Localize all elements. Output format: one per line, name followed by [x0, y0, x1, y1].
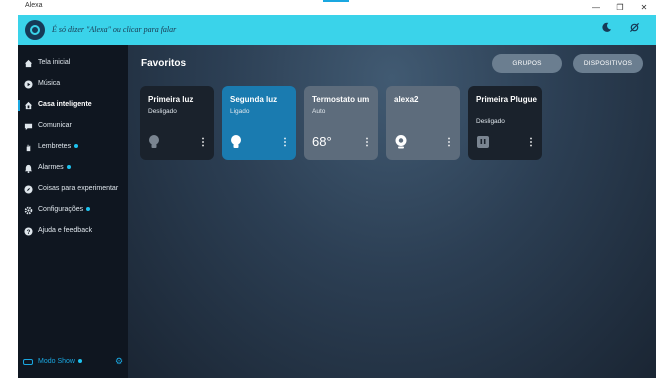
sidebar: Tela inicial Música Casa inteligente Com… [18, 45, 128, 378]
temperature-value: 68° [312, 134, 332, 149]
sidebar-item-alarmes[interactable]: Alarmes [18, 160, 128, 178]
camera-icon [394, 134, 408, 150]
titlebar-accent-strip [323, 0, 349, 2]
grupos-button[interactable]: GRUPOS [492, 54, 562, 73]
section-title-favoritos: Favoritos [141, 58, 187, 69]
close-button[interactable]: ✕ [634, 0, 654, 15]
device-name: Termostato um [312, 95, 370, 104]
notification-dot [77, 359, 82, 364]
device-card-alexa2[interactable]: alexa2 ⋮ [386, 86, 460, 160]
mic-off-icon[interactable] [626, 22, 642, 38]
main-content: Favoritos GRUPOS DISPOSITIVOS Primeira l… [128, 45, 656, 378]
moon-icon[interactable] [598, 22, 614, 38]
gear-icon [24, 206, 33, 215]
sidebar-item-label: Comunicar [38, 122, 72, 129]
sidebar-item-lembretes[interactable]: Lembretes [18, 139, 128, 157]
sidebar-item-tela-inicial[interactable]: Tela inicial [18, 55, 128, 73]
sidebar-item-label: Casa inteligente [38, 101, 92, 108]
sidebar-item-label: Ajuda e feedback [38, 227, 93, 234]
minimize-button[interactable]: — [586, 0, 606, 15]
notification-dot [66, 165, 71, 170]
notification-dot [74, 144, 79, 149]
bell-icon [24, 164, 33, 173]
more-options-icon[interactable]: ⋮ [198, 136, 208, 150]
device-status: Desligado [476, 118, 505, 125]
device-card-primeira-luz[interactable]: Primeira luz Desligado ⋮ [140, 86, 214, 160]
sidebar-item-label: Tela inicial [38, 59, 71, 66]
device-name: Primeira Plugue [476, 95, 537, 104]
more-options-icon[interactable]: ⋮ [444, 136, 454, 150]
chat-icon [24, 122, 33, 131]
plug-icon [476, 134, 490, 150]
sidebar-item-label-wrap: Alarmes [38, 164, 71, 171]
sidebar-item-label: Lembretes [38, 143, 72, 150]
bulb-icon [148, 134, 162, 150]
sidebar-item-comunicar[interactable]: Comunicar [18, 118, 128, 136]
sidebar-item-label: Música [38, 80, 61, 87]
svg-text:?: ? [27, 229, 31, 236]
sidebar-item-label: Configurações [38, 206, 84, 213]
settings-gear-icon[interactable]: ⚙ [115, 356, 123, 367]
sidebar-item-label-wrap: Lembretes [38, 143, 79, 150]
device-name: Primeira luz [148, 95, 194, 104]
show-device-icon [23, 359, 33, 365]
sidebar-item-label: Alarmes [38, 164, 64, 171]
sidebar-item-musica[interactable]: Música [18, 76, 128, 94]
device-status: Desligado [148, 108, 177, 115]
play-icon [24, 80, 33, 89]
alexa-logo-icon[interactable] [25, 20, 45, 40]
help-icon: ? [24, 227, 33, 236]
more-options-icon[interactable]: ⋮ [280, 136, 290, 150]
bulb-icon [230, 134, 244, 150]
sidebar-item-label-wrap: Configurações [38, 206, 91, 213]
sidebar-item-ajuda-e-feedback[interactable]: ? Ajuda e feedback [18, 223, 128, 241]
home-icon [24, 59, 33, 68]
hand-icon [24, 143, 33, 152]
device-card-termostato-um[interactable]: Termostato um Auto 68° ⋮ [304, 86, 378, 160]
device-card-segunda-luz[interactable]: Segunda luz Ligado ⋮ [222, 86, 296, 160]
compass-icon [24, 185, 33, 194]
modo-show-label: Modo Show [38, 358, 75, 365]
modo-show-label-wrap: Modo Show [38, 358, 82, 365]
house-plug-icon [24, 101, 33, 110]
sidebar-item-label: Coisas para experimentar [38, 185, 119, 192]
voice-bar: É só dizer "Alexa" ou clicar para falar [18, 15, 656, 45]
window-title: Alexa [25, 2, 43, 9]
sidebar-item-configuracoes[interactable]: Configurações [18, 202, 128, 220]
maximize-button[interactable]: ❐ [610, 0, 630, 15]
device-status: Auto [312, 108, 326, 115]
more-options-icon[interactable]: ⋮ [526, 136, 536, 150]
sidebar-item-coisas-para-experimentar[interactable]: Coisas para experimentar [18, 181, 128, 199]
dispositivos-button[interactable]: DISPOSITIVOS [573, 54, 643, 73]
window-titlebar: Alexa — ❐ ✕ [0, 0, 672, 15]
device-status: Ligado [230, 108, 250, 115]
voice-hint[interactable]: É só dizer "Alexa" ou clicar para falar [52, 25, 176, 34]
device-card-primeira-plugue[interactable]: Primeira Plugue Desligado ⋮ [468, 86, 542, 160]
sidebar-item-casa-inteligente[interactable]: Casa inteligente [18, 97, 128, 115]
modo-show-toggle[interactable]: Modo Show ⚙ [23, 356, 123, 369]
device-name: Segunda luz [230, 95, 278, 104]
more-options-icon[interactable]: ⋮ [362, 136, 372, 150]
device-name: alexa2 [394, 95, 419, 104]
notification-dot [86, 207, 91, 212]
